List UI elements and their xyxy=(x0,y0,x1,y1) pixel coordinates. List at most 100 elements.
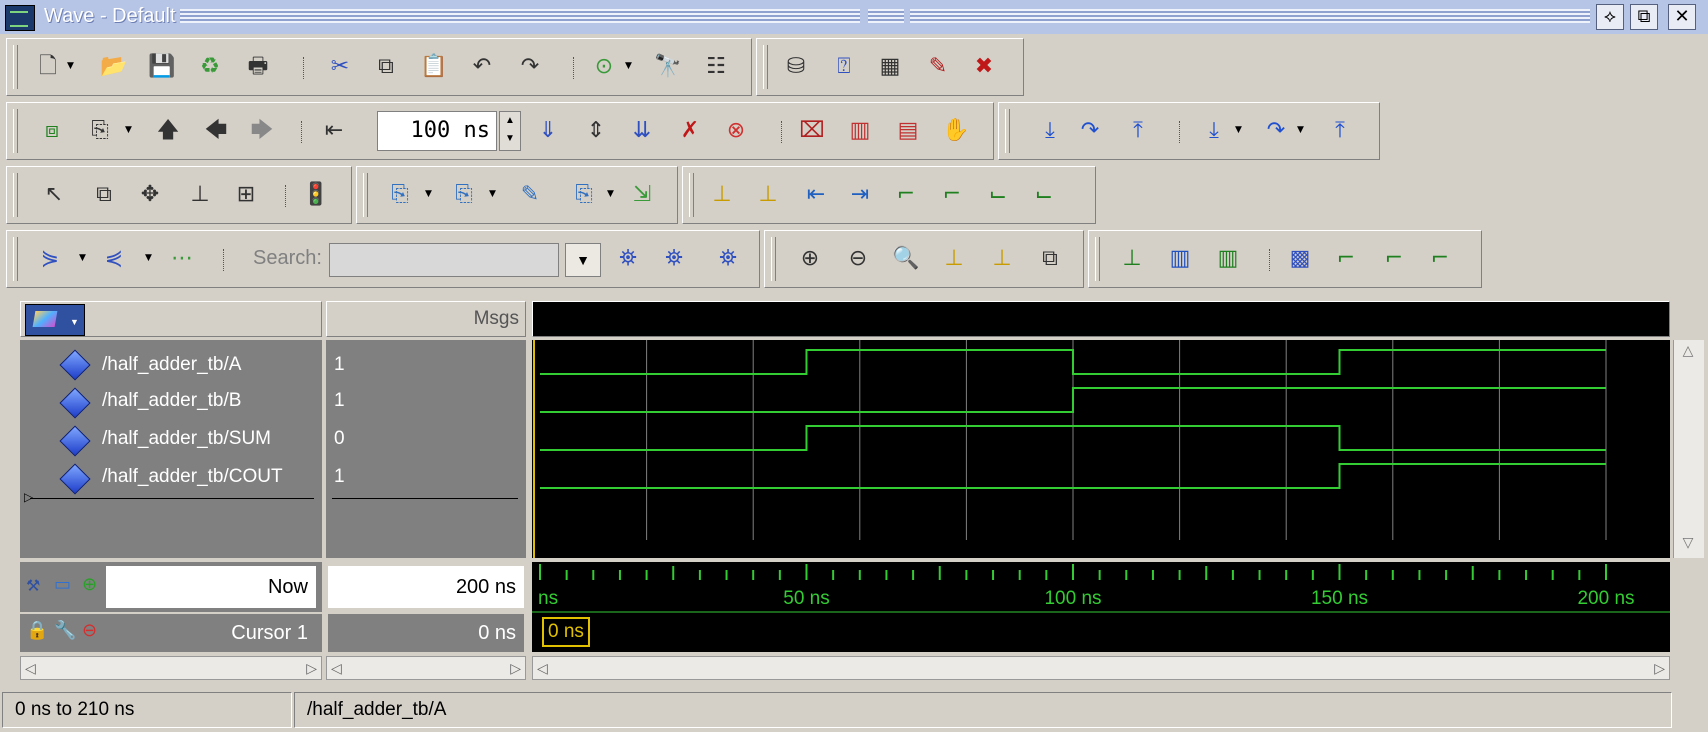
select-pointer-icon[interactable]: ↖ xyxy=(39,180,69,210)
edit-mode-icon[interactable]: ⊞ xyxy=(231,180,261,210)
new-file-icon[interactable]: 🗋 xyxy=(33,52,63,82)
step-into-icon[interactable]: ⤓ xyxy=(1035,116,1065,146)
collapse-icon[interactable]: ⋟ xyxy=(35,244,65,274)
zoom-mode-icon[interactable]: ⧉ xyxy=(89,180,119,210)
compile-icon[interactable]: ⧈ xyxy=(37,116,67,146)
traffic-light-icon[interactable]: 🚦 xyxy=(301,180,331,210)
search-input[interactable] xyxy=(329,243,559,277)
insert-dropdown-icon[interactable]: ▼ xyxy=(425,189,432,199)
delete-list-icon[interactable]: ✖ xyxy=(969,52,999,82)
grid-full-icon[interactable]: ▥ xyxy=(1213,244,1243,274)
remove-cursor-icon[interactable]: ⊖ xyxy=(82,620,97,641)
step-over-icon[interactable]: ↷ xyxy=(1075,116,1105,146)
print-icon[interactable]: 🖶 xyxy=(243,52,273,82)
run-icon[interactable]: ⇓ xyxy=(533,116,563,146)
names-hscroll[interactable]: ◁ ▷ xyxy=(20,656,322,680)
prev-edge-icon[interactable]: ⇤ xyxy=(801,180,831,210)
cursor-time-flag[interactable]: 0 ns xyxy=(542,617,590,647)
expand-icon[interactable]: ⋞ xyxy=(99,244,129,274)
pan-mode-icon[interactable]: ✥ xyxy=(135,180,165,210)
edit-list-icon[interactable]: ✎ xyxy=(923,52,953,82)
edge-style-icon[interactable]: ⌐ xyxy=(1331,244,1361,274)
signal-tool-icon[interactable]: ▼ xyxy=(25,304,85,336)
prev-rise-icon[interactable]: ⌙ xyxy=(983,180,1013,210)
waveform-canvas[interactable] xyxy=(532,340,1670,558)
run-length-spinner[interactable]: ▲ ▼ xyxy=(499,111,521,151)
cursor-pane[interactable]: 🔒 🔧 ⊖ Cursor 1 xyxy=(20,614,322,652)
search-options-icon[interactable]: ⛯ xyxy=(713,244,743,274)
cut-icon[interactable]: ✂ xyxy=(325,52,355,82)
step-over-all-icon[interactable]: ↷ xyxy=(1261,116,1291,146)
step-into-all-icon[interactable]: ⤓ xyxy=(1199,116,1229,146)
zoom-between-cursors-icon[interactable]: ⊥ xyxy=(987,244,1017,274)
next-edge-icon[interactable]: ⇥ xyxy=(845,180,875,210)
paste-icon[interactable]: 📋 xyxy=(419,52,449,82)
reload-icon[interactable]: ♻ xyxy=(195,52,225,82)
add-cursor-plus-icon[interactable]: ⊕ xyxy=(82,574,97,595)
next-fall-icon[interactable]: ⌐ xyxy=(937,180,967,210)
signal-names-panel[interactable]: /half_adder_tb/A /half_adder_tb/B /half_… xyxy=(20,340,322,558)
step-out-icon[interactable]: ⤒ xyxy=(1123,116,1153,146)
insert-wave-icon[interactable]: ⎘ xyxy=(385,180,415,210)
load-dataset-icon[interactable]: ⛁ xyxy=(781,52,811,82)
next-rise-icon[interactable]: ⌙ xyxy=(1029,180,1059,210)
bookmark-clear-icon[interactable]: ⌧ xyxy=(797,116,827,146)
new-dropdown-icon[interactable]: ▼ xyxy=(67,61,74,71)
signal-values-panel[interactable]: 1 1 0 1 xyxy=(326,340,526,558)
wrench-icon[interactable]: 🔧 xyxy=(54,620,76,641)
search-prev-icon[interactable]: ⛯ xyxy=(613,244,643,274)
search-next-icon[interactable]: ⛯ xyxy=(659,244,689,274)
break-run-icon[interactable]: ✗ xyxy=(675,116,705,146)
list-view-icon[interactable]: ▦ xyxy=(875,52,905,82)
compile-dropdown-icon[interactable]: ▼ xyxy=(125,125,132,135)
signal-name[interactable]: /half_adder_tb/COUT xyxy=(102,466,283,488)
expand-dropdown-icon[interactable]: ▼ xyxy=(145,253,152,263)
export-wave-icon[interactable]: ⇲ xyxy=(627,180,657,210)
lock-icon[interactable]: 🔒 xyxy=(26,620,48,641)
search-dropdown-icon[interactable]: ▼ xyxy=(565,243,601,277)
redo-icon[interactable]: ↷ xyxy=(515,52,545,82)
format-list-icon[interactable]: ☷ xyxy=(701,52,731,82)
hand-icon[interactable]: ✋ xyxy=(941,116,971,146)
copy-icon[interactable]: ⧉ xyxy=(371,52,401,82)
signal-name[interactable]: /half_adder_tb/B xyxy=(102,390,241,412)
zoom-out-icon[interactable]: ⊖ xyxy=(843,244,873,274)
wave-pattern-icon[interactable]: ⎘ xyxy=(569,180,599,210)
scroll-down-icon[interactable]: ▽ xyxy=(1676,534,1700,556)
delete-dropdown-icon[interactable]: ▼ xyxy=(489,189,496,199)
signal-name[interactable]: /half_adder_tb/SUM xyxy=(102,428,271,450)
vertical-scrollbar[interactable]: △ ▽ xyxy=(1673,340,1704,558)
stop-icon[interactable]: ⊗ xyxy=(721,116,751,146)
step-over-dropdown-icon[interactable]: ▼ xyxy=(1297,125,1304,135)
find-binoculars-icon[interactable]: 🔭 xyxy=(653,52,683,82)
forward-arrow-icon[interactable]: 🡆 xyxy=(247,116,277,146)
values-hscroll[interactable]: ◁ ▷ xyxy=(326,656,526,680)
cursor-tool-icon[interactable]: ⚒ xyxy=(26,576,40,596)
undo-icon[interactable]: ↶ xyxy=(467,52,497,82)
dot-pattern-icon[interactable]: ▩ xyxy=(1285,244,1315,274)
continue-icon[interactable]: ⇕ xyxy=(581,116,611,146)
open-folder-icon[interactable]: 📂 xyxy=(99,52,129,82)
help-query-icon[interactable]: ⍰ xyxy=(829,52,859,82)
restart-icon[interactable]: ⇤ xyxy=(319,116,349,146)
waveform-trace[interactable] xyxy=(540,387,1606,413)
signal-name[interactable]: /half_adder_tb/A xyxy=(102,354,241,376)
prev-fall-icon[interactable]: ⌐ xyxy=(891,180,921,210)
expand-all-icon[interactable]: ⋯ xyxy=(167,244,197,274)
undock-button[interactable]: ⧉ xyxy=(1630,4,1658,30)
collapse-dropdown-icon[interactable]: ▼ xyxy=(79,253,86,263)
performance-icon[interactable]: ▥ xyxy=(845,116,875,146)
zoom-in-icon[interactable]: ⊕ xyxy=(795,244,825,274)
grid-block-icon[interactable]: ▥ xyxy=(1165,244,1195,274)
close-button[interactable]: ✕ xyxy=(1668,4,1696,30)
save-icon[interactable]: 💾 xyxy=(147,52,177,82)
step-into-dropdown-icon[interactable]: ▼ xyxy=(1235,125,1242,135)
run-length-field[interactable]: 100 ns xyxy=(377,111,497,151)
edge-style-3-icon[interactable]: ⌐ xyxy=(1425,244,1455,274)
zoom-cursor-icon[interactable]: ⊥ xyxy=(939,244,969,274)
dock-button[interactable]: ⟡ xyxy=(1596,4,1624,30)
run-all-icon[interactable]: ⇊ xyxy=(627,116,657,146)
scroll-up-icon[interactable]: △ xyxy=(1676,342,1700,364)
up-arrow-icon[interactable]: 🡅 xyxy=(153,116,183,146)
edit-wave-icon[interactable]: ✎ xyxy=(515,180,545,210)
